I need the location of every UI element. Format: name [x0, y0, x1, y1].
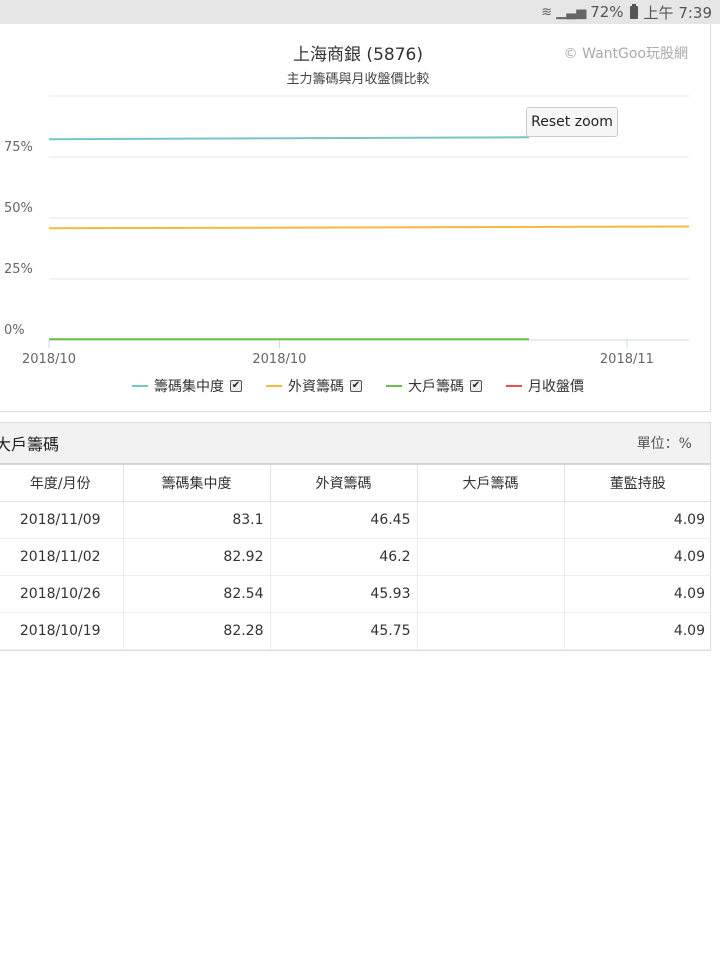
- cell-concentration: 82.54: [123, 575, 271, 613]
- legend-line-icon: [266, 385, 282, 387]
- chart-panel: 上海商銀 (5876) 主力籌碼與月收盤價比較 © WantGoo玩股網 0% 2…: [0, 24, 711, 412]
- cell-foreign: 46.2: [270, 538, 418, 576]
- cell-directors: 4.09: [564, 575, 711, 613]
- cell-date: 2018/11/02: [0, 538, 124, 576]
- column-header[interactable]: 外資籌碼: [270, 465, 418, 502]
- legend-line-icon: [132, 385, 148, 387]
- cell-directors: 4.09: [564, 612, 711, 650]
- table-header: 大戶籌碼 單位：%: [0, 423, 710, 465]
- cell-concentration: 82.28: [123, 612, 271, 650]
- checkbox-checked-icon[interactable]: ✔: [350, 380, 362, 392]
- column-header[interactable]: 籌碼集中度: [123, 465, 271, 502]
- cell-directors: 4.09: [564, 538, 711, 576]
- table-panel: 大戶籌碼 單位：% 年度/月份 籌碼集中度 外資籌碼 大戶籌碼 董監持股 201…: [0, 422, 711, 651]
- cell-concentration: 82.92: [123, 538, 271, 576]
- series-line-1: [48, 225, 690, 230]
- status-bar: ≋ ▁▃▅ 72% 上午 7:39: [0, 0, 720, 24]
- table-row: 2018/11/02 82.92 46.2 4.09: [0, 538, 711, 576]
- y-tick-label: 0%: [4, 323, 25, 338]
- y-tick-label: 25%: [4, 262, 33, 277]
- y-axis-ticks: 0% 25% 50% 75%: [4, 140, 33, 338]
- table-header-row: 年度/月份 籌碼集中度 外資籌碼 大戶籌碼 董監持股: [0, 465, 711, 502]
- legend-label: 月收盤價: [528, 379, 584, 395]
- battery-icon: [629, 3, 638, 19]
- cell-concentration: 83.1: [123, 501, 271, 539]
- cell-major-holders: [417, 612, 565, 650]
- legend-label: 大戶籌碼: [408, 379, 464, 395]
- data-table: 年度/月份 籌碼集中度 外資籌碼 大戶籌碼 董監持股 2018/11/09 83…: [0, 465, 711, 650]
- table-row: 2018/11/09 83.1 46.45 4.09: [0, 501, 711, 539]
- checkbox-checked-icon[interactable]: ✔: [230, 380, 242, 392]
- cell-major-holders: [417, 538, 565, 576]
- legend-item-monthly-close[interactable]: 月收盤價: [506, 376, 584, 396]
- x-tick-label: 2018/10: [22, 352, 76, 367]
- chart-series: [48, 136, 690, 341]
- column-header[interactable]: 年度/月份: [0, 465, 124, 502]
- table-row: 2018/10/26 82.54 45.93 4.09: [0, 575, 711, 613]
- legend-label: 外資籌碼: [288, 379, 344, 395]
- cell-major-holders: [417, 501, 565, 539]
- y-tick-label: 75%: [4, 140, 33, 155]
- legend-line-icon: [506, 385, 522, 387]
- legend-line-icon: [386, 385, 402, 387]
- signal-icon: ▁▃▅: [556, 4, 587, 20]
- clock: 上午 7:39: [643, 3, 712, 22]
- cell-date: 2018/10/19: [0, 612, 124, 650]
- cell-foreign: 45.93: [270, 575, 418, 613]
- x-axis-ticks: 2018/10 2018/10 2018/11: [22, 340, 654, 367]
- cell-foreign: 46.45: [270, 501, 418, 539]
- y-tick-label: 50%: [4, 201, 33, 216]
- cell-foreign: 45.75: [270, 612, 418, 650]
- x-tick-label: 2018/10: [252, 352, 306, 367]
- cell-date: 2018/11/09: [0, 501, 124, 539]
- battery-level: 72%: [590, 3, 624, 21]
- cell-date: 2018/10/26: [0, 575, 124, 613]
- legend-label: 籌碼集中度: [154, 379, 224, 395]
- checkbox-checked-icon[interactable]: ✔: [470, 380, 482, 392]
- legend-item-concentration[interactable]: 籌碼集中度 ✔: [132, 376, 242, 396]
- table-unit: 單位：%: [636, 436, 692, 452]
- column-header[interactable]: 董監持股: [564, 465, 711, 502]
- line-chart[interactable]: 0% 25% 50% 75% 2018/10 2018/10 2018/11: [0, 24, 711, 412]
- x-tick-label: 2018/11: [600, 352, 654, 367]
- cell-major-holders: [417, 575, 565, 613]
- legend-item-foreign[interactable]: 外資籌碼 ✔: [266, 376, 362, 396]
- legend-item-major-holders[interactable]: 大戶籌碼 ✔: [386, 376, 482, 396]
- table-row: 2018/10/19 82.28 45.75 4.09: [0, 612, 711, 650]
- reset-zoom-button[interactable]: Reset zoom: [526, 107, 618, 137]
- wifi-icon: ≋: [541, 4, 553, 20]
- chart-legend: 籌碼集中度 ✔ 外資籌碼 ✔ 大戶籌碼 ✔ 月收盤價: [0, 376, 718, 396]
- series-line-0: [48, 136, 530, 141]
- cell-directors: 4.09: [564, 501, 711, 539]
- table-title: 大戶籌碼: [0, 435, 60, 454]
- column-header[interactable]: 大戶籌碼: [417, 465, 565, 502]
